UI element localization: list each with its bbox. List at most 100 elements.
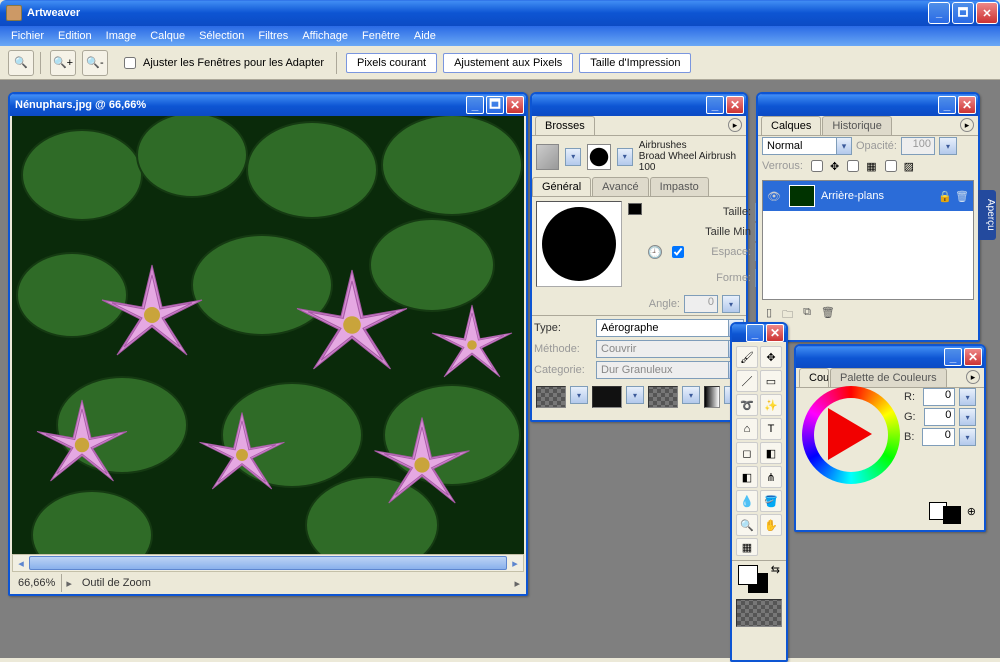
brush-tool[interactable]: 🖌 xyxy=(736,346,758,368)
wand-tool[interactable]: ✨ xyxy=(760,394,782,416)
menu-aide[interactable]: Aide xyxy=(407,28,443,44)
fit-windows-checkbox[interactable]: Ajuster les Fenêtres pour les Adapter xyxy=(120,54,324,72)
doc-horizontal-scrollbar[interactable]: ◂ ▸ xyxy=(12,554,524,572)
menu-image[interactable]: Image xyxy=(99,28,144,44)
b-dropdown[interactable]: ▾ xyxy=(959,428,976,446)
menu-filtres[interactable]: Filtres xyxy=(251,28,295,44)
zoom-tool[interactable]: 🔍 xyxy=(736,514,758,536)
brushes-panel-menu[interactable]: ▸ xyxy=(728,118,742,132)
brush-family-icon[interactable] xyxy=(536,144,559,170)
tools-close-button[interactable]: ✕ xyxy=(766,324,784,342)
doc-close-button[interactable]: ✕ xyxy=(506,96,524,114)
menu-selection[interactable]: Sélection xyxy=(192,28,251,44)
layers-minimize-button[interactable]: _ xyxy=(938,96,956,114)
doc-maximize-button[interactable]: 🗖 xyxy=(486,96,504,114)
apercu-side-tab[interactable]: Aperçu xyxy=(978,190,996,240)
status-menu-button[interactable]: ▸ xyxy=(514,577,520,590)
menu-affichage[interactable]: Affichage xyxy=(295,28,355,44)
brushes-minimize-button[interactable]: _ xyxy=(706,96,724,114)
scroll-right-arrow[interactable]: ▸ xyxy=(507,555,523,571)
type-combo[interactable]: Aérographe xyxy=(596,319,744,337)
document-canvas[interactable] xyxy=(12,116,524,554)
layers-panel-menu[interactable]: ▸ xyxy=(960,118,974,132)
menu-edition[interactable]: Edition xyxy=(51,28,99,44)
delete-layer-button[interactable]: 🗑 xyxy=(821,306,835,325)
document-titlebar[interactable]: Nénuphars.jpg @ 66,66% _ 🗖 ✕ xyxy=(10,94,526,116)
lock-paint-check[interactable] xyxy=(885,160,897,172)
pattern-dropdown[interactable]: ▾ xyxy=(626,386,644,404)
b-input[interactable]: 0 xyxy=(922,428,955,446)
perspective-tool[interactable]: ▦ xyxy=(736,538,758,556)
brush-tip-dropdown[interactable]: ▾ xyxy=(617,148,633,166)
lock-all-check[interactable] xyxy=(811,160,823,172)
brushes-titlebar[interactable]: _ ✕ xyxy=(532,94,746,116)
shape-tool[interactable]: ◻ xyxy=(736,442,758,464)
layers-close-button[interactable]: ✕ xyxy=(958,96,976,114)
brush-tab-impasto[interactable]: Impasto xyxy=(650,177,709,196)
layer-list[interactable]: 👁 Arrière-plans 🔒 🗑 xyxy=(762,180,974,300)
fill-tool[interactable]: 🪣 xyxy=(760,490,782,512)
add-to-palette-icon[interactable]: ⊕ xyxy=(967,505,976,518)
brushes-close-button[interactable]: ✕ xyxy=(726,96,744,114)
espace-check[interactable] xyxy=(672,246,684,258)
texture-2-dropdown[interactable]: ▾ xyxy=(682,386,700,404)
eraser-tool[interactable]: ◧ xyxy=(736,466,758,488)
r-input[interactable]: 0 xyxy=(923,388,955,406)
tools-titlebar[interactable]: _ ✕ xyxy=(732,324,786,342)
r-dropdown[interactable]: ▾ xyxy=(959,388,976,406)
menu-fenetre[interactable]: Fenêtre xyxy=(355,28,407,44)
color-close-button[interactable]: ✕ xyxy=(964,348,982,366)
palette-tab[interactable]: Palette de Couleurs xyxy=(830,368,947,387)
texture-1-dropdown[interactable]: ▾ xyxy=(570,386,588,404)
color-panel-menu[interactable]: ▸ xyxy=(966,370,980,384)
swap-colors-icon[interactable]: ⇆ xyxy=(771,563,780,576)
zoom-out-button[interactable]: 🔍- xyxy=(82,50,108,76)
gradient-button[interactable] xyxy=(704,386,720,408)
ajustement-pixels-button[interactable]: Ajustement aux Pixels xyxy=(443,53,573,73)
layers-titlebar[interactable]: _ ✕ xyxy=(758,94,978,116)
texture-1-button[interactable] xyxy=(536,386,566,408)
app-close-button[interactable]: ✕ xyxy=(976,2,998,24)
layer-item[interactable]: 👁 Arrière-plans 🔒 🗑 xyxy=(763,181,973,211)
zoom-in-button[interactable]: 🔍+ xyxy=(50,50,76,76)
g-dropdown[interactable]: ▾ xyxy=(959,408,976,426)
fit-windows-check-input[interactable] xyxy=(124,57,136,69)
brush-color-swatch[interactable] xyxy=(628,203,642,215)
hand-tool[interactable]: ✋ xyxy=(760,514,782,536)
duplicate-layer-button[interactable]: ⧉ xyxy=(803,306,811,325)
stamp-tool[interactable]: ⋔ xyxy=(760,466,782,488)
color-tab[interactable]: Couleur xyxy=(799,368,829,387)
foreground-swatch[interactable] xyxy=(738,565,758,585)
app-maximize-button[interactable]: 🗖 xyxy=(952,2,974,24)
app-minimize-button[interactable]: _ xyxy=(928,2,950,24)
layers-tab[interactable]: Calques xyxy=(761,116,821,135)
lasso-tool[interactable]: ➰ xyxy=(736,394,758,416)
lock-move-check[interactable] xyxy=(847,160,859,172)
color-triangle[interactable] xyxy=(828,408,872,460)
line-tool[interactable]: ／ xyxy=(736,370,758,392)
zoom-menu-button[interactable]: ▸ xyxy=(66,577,72,590)
pixels-courant-button[interactable]: Pixels courant xyxy=(346,53,437,73)
g-input[interactable]: 0 xyxy=(924,408,956,426)
tools-minimize-button[interactable]: _ xyxy=(746,324,764,342)
taille-impression-button[interactable]: Taille d'Impression xyxy=(579,53,691,73)
texture-2-button[interactable] xyxy=(648,386,678,408)
color-titlebar[interactable]: _ ✕ xyxy=(796,346,984,368)
doc-minimize-button[interactable]: _ xyxy=(466,96,484,114)
paper-texture-button[interactable] xyxy=(736,599,782,627)
menu-fichier[interactable]: Fichier xyxy=(4,28,51,44)
menu-calque[interactable]: Calque xyxy=(143,28,192,44)
brush-tip-icon[interactable] xyxy=(587,144,610,170)
brush-family-dropdown[interactable]: ▾ xyxy=(565,148,581,166)
scroll-thumb[interactable] xyxy=(29,556,507,570)
layer-thumbnail[interactable] xyxy=(789,185,815,207)
blend-mode-combo[interactable]: Normal xyxy=(762,137,852,155)
pattern-button[interactable] xyxy=(592,386,622,408)
visibility-icon[interactable]: 👁 xyxy=(767,190,783,203)
brush-tab-avance[interactable]: Avancé xyxy=(592,177,649,196)
gradient-tool[interactable]: ◧ xyxy=(760,442,782,464)
color-bg-swatch[interactable] xyxy=(943,506,961,524)
scroll-left-arrow[interactable]: ◂ xyxy=(13,555,29,571)
crop-tool[interactable]: ⌂ xyxy=(736,418,758,440)
brushes-tab[interactable]: Brosses xyxy=(535,116,595,135)
